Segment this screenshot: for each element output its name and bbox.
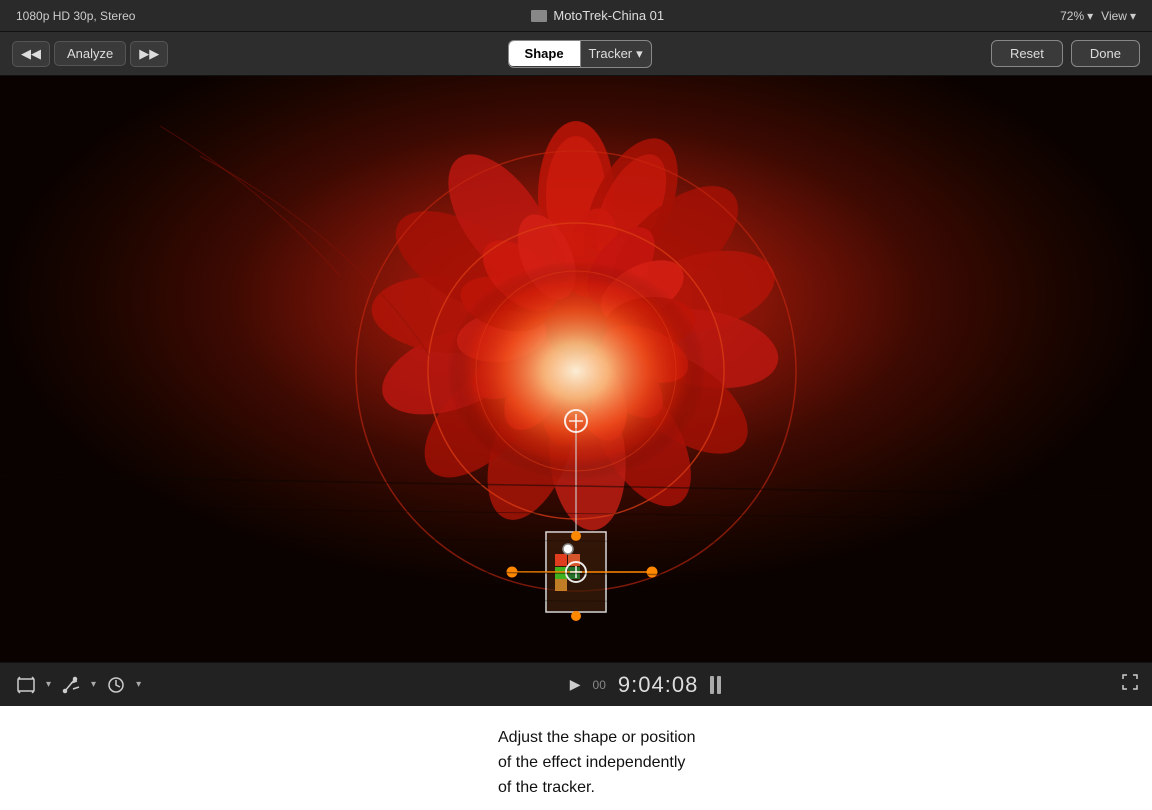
video-background: [0, 76, 1152, 662]
format-label: 1080p HD 30p, Stereo: [16, 9, 135, 23]
play-button[interactable]: ▶: [570, 676, 581, 693]
prev-button[interactable]: ◀◀: [12, 41, 50, 67]
rect-tool-button[interactable]: [12, 671, 40, 699]
tooltip-line3: of the tracker.: [498, 779, 595, 796]
rect-tool-dropdown[interactable]: ▾: [44, 677, 53, 692]
tooltip-area: Adjust the shape or position of the effe…: [0, 706, 1152, 810]
playback-tools: ▾ ▾ ▾: [12, 671, 143, 699]
analyze-button[interactable]: Analyze: [54, 41, 126, 66]
fullscreen-button[interactable]: [1120, 672, 1140, 697]
film-icon: [531, 10, 547, 22]
reset-button[interactable]: Reset: [991, 40, 1063, 67]
top-bar-right: 72% ▾ View ▾: [1060, 9, 1136, 23]
timecode: 9:04:08: [618, 672, 698, 698]
playback-center: ▶ 00 9:04:08: [151, 672, 1140, 698]
speed-tool-button[interactable]: [102, 671, 130, 699]
toolbar: ◀◀ Analyze ▶▶ Shape Tracker ▾ Reset Done: [0, 32, 1152, 76]
magic-tool-button[interactable]: [57, 671, 85, 699]
shape-tracker-group: Shape Tracker ▾: [508, 40, 652, 68]
done-button[interactable]: Done: [1071, 40, 1140, 67]
next-button[interactable]: ▶▶: [130, 41, 168, 67]
pause-icon[interactable]: [710, 676, 721, 694]
video-container: [0, 76, 1152, 662]
tooltip-line1: Adjust the shape or position: [498, 729, 695, 746]
shape-tracker-controls: Shape Tracker ▾: [508, 40, 652, 68]
shape-tab[interactable]: Shape: [509, 41, 580, 66]
speed-tool-dropdown[interactable]: ▾: [134, 677, 143, 692]
playback-bar: ▾ ▾ ▾ ▶ 00 9:04:08: [0, 662, 1152, 706]
action-buttons: Reset Done: [991, 40, 1140, 67]
project-title: MotoTrek-China 01: [553, 8, 664, 23]
magic-tool-dropdown[interactable]: ▾: [89, 677, 98, 692]
zoom-dropdown[interactable]: 72% ▾: [1060, 9, 1093, 23]
view-dropdown[interactable]: View ▾: [1101, 9, 1136, 23]
tooltip-line2: of the effect independently: [498, 754, 685, 771]
tracker-dropdown[interactable]: Tracker ▾: [580, 41, 651, 67]
tooltip-text: Adjust the shape or position of the effe…: [498, 726, 695, 800]
top-bar: 1080p HD 30p, Stereo MotoTrek-China 01 7…: [0, 0, 1152, 32]
title-group: MotoTrek-China 01: [531, 8, 664, 23]
nav-controls: ◀◀ Analyze ▶▶: [12, 41, 168, 67]
